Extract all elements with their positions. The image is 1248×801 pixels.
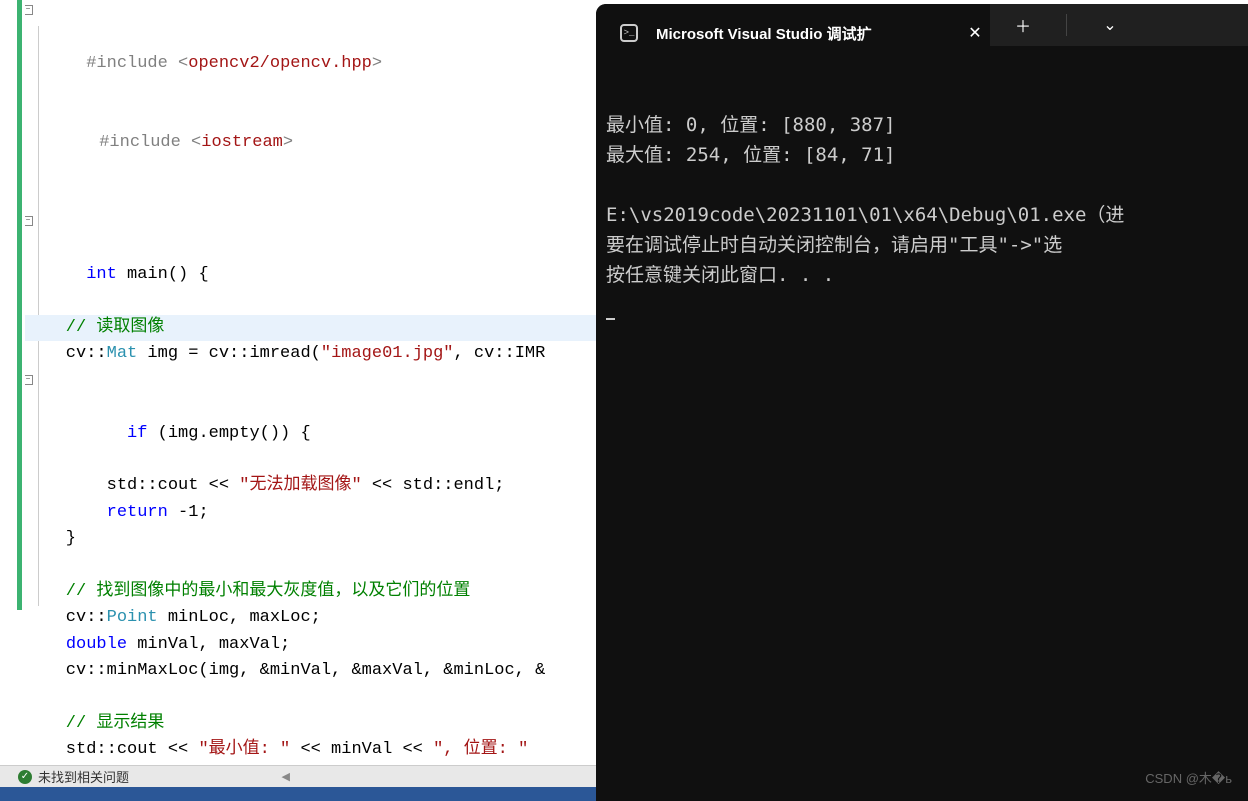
code-line: cv::Mat img = cv::imread("image01.jpg", … — [25, 341, 600, 367]
tab-title: Microsoft Visual Studio 调试扩 — [656, 23, 942, 44]
code-line: std::cout << "最小值: " << minVal << ", 位置:… — [25, 737, 600, 758]
code-line: − int main() { — [25, 209, 600, 315]
code-line: std::cout << "无法加载图像" << std::endl; — [25, 473, 600, 499]
fold-minus-icon[interactable]: − — [25, 375, 33, 385]
console-line: 最大值: 254, 位置: [84, 71] — [606, 144, 895, 166]
fold-minus-icon[interactable]: − — [25, 5, 33, 15]
console-line: E:\vs2019code\20231101\01\x64\Debug\01.e… — [606, 204, 1124, 226]
console-line: 按任意键关闭此窗口. . . — [606, 264, 834, 286]
tab-dropdown-button[interactable]: ⌄ — [1095, 15, 1125, 35]
code-line: #include <iostream> — [25, 104, 600, 183]
status-bar: ✓ 未找到相关问题 ◀ — [0, 765, 600, 787]
active-tab[interactable]: >_ Microsoft Visual Studio 调试扩 ✕ — [596, 4, 990, 62]
console-titlebar[interactable]: >_ Microsoft Visual Studio 调试扩 ✕ ＋ ⌄ — [596, 4, 1248, 62]
watermark-text: CSDN @木�ь — [1145, 768, 1232, 787]
code-line-active: // 读取图像 — [25, 315, 600, 341]
code-editor-pane: − #include <opencv2/opencv.hpp> #include… — [0, 0, 600, 801]
code-line: } — [25, 526, 600, 552]
collapse-arrow-icon[interactable]: ◀ — [282, 770, 290, 783]
code-line: − #include <opencv2/opencv.hpp> — [25, 0, 600, 104]
terminal-icon: >_ — [620, 24, 638, 42]
status-text: 未找到相关问题 — [38, 767, 129, 786]
code-area[interactable]: − #include <opencv2/opencv.hpp> #include… — [25, 0, 600, 758]
code-line: // 显示结果 — [25, 711, 600, 737]
cursor-icon — [606, 318, 615, 320]
code-line: // 找到图像中的最小和最大灰度值，以及它们的位置 — [25, 579, 600, 605]
check-circle-icon: ✓ — [18, 770, 32, 784]
code-line: double minVal, maxVal; — [25, 632, 600, 658]
code-line: return -1; — [25, 500, 600, 526]
fold-minus-icon[interactable]: − — [25, 216, 33, 226]
tab-strip: ＋ ⌄ — [990, 4, 1248, 46]
divider — [1066, 14, 1067, 36]
change-marker-bar — [17, 0, 22, 610]
console-line: 最小值: 0, 位置: [880, 387] — [606, 114, 895, 136]
new-tab-button[interactable]: ＋ — [1008, 13, 1038, 37]
code-line: − if (img.empty()) { — [25, 368, 600, 474]
code-line — [25, 685, 600, 711]
console-line: 要在调试停止时自动关闭控制台，请启用"工具"->"选 — [606, 234, 1062, 256]
close-tab-button[interactable]: ✕ — [960, 23, 990, 43]
code-line: cv::Point minLoc, maxLoc; — [25, 605, 600, 631]
code-line: cv::minMaxLoc(img, &minVal, &maxVal, &mi… — [25, 658, 600, 684]
debug-console-window: >_ Microsoft Visual Studio 调试扩 ✕ ＋ ⌄ 最小值… — [596, 4, 1248, 801]
code-line — [25, 553, 600, 579]
code-line — [25, 183, 600, 209]
console-output[interactable]: 最小值: 0, 位置: [880, 387] 最大值: 254, 位置: [84… — [596, 62, 1248, 320]
vs-bottom-bar — [0, 787, 600, 801]
